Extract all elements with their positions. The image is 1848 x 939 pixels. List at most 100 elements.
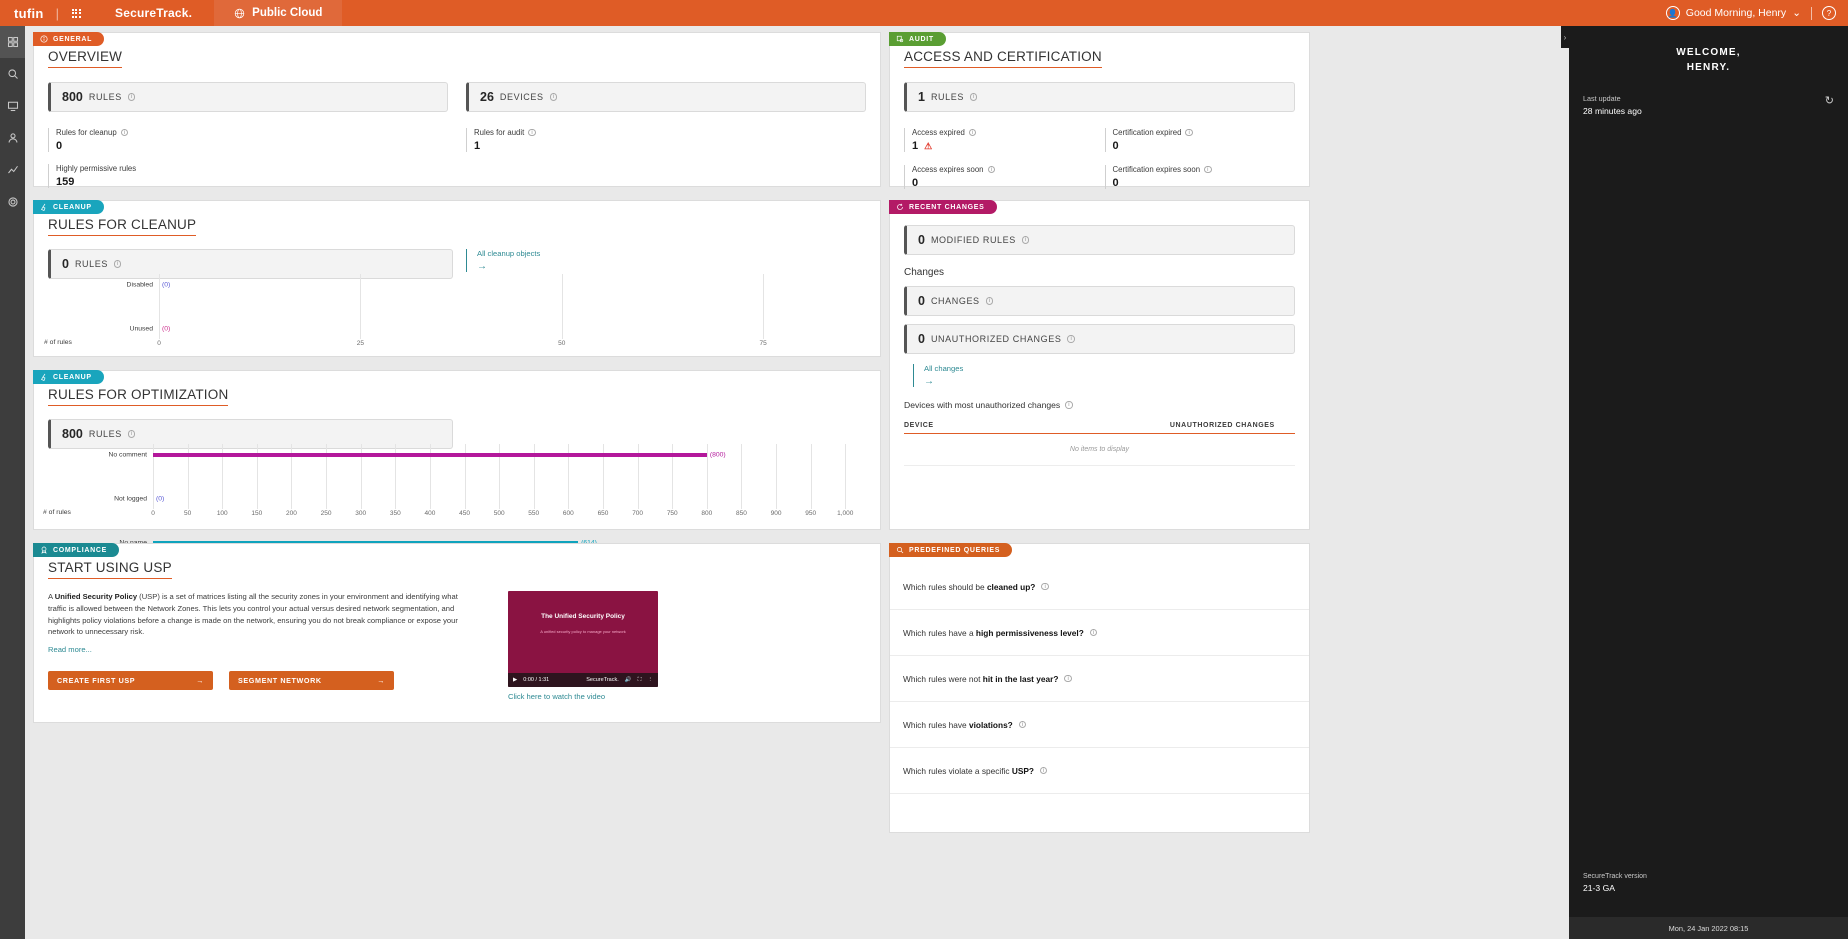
arrow-right-icon[interactable]: → (477, 262, 540, 272)
stat-modified-rules-label: MODIFIED RULES (931, 235, 1016, 245)
tab-public-cloud[interactable]: Public Cloud (214, 0, 342, 26)
app-grid-button[interactable] (59, 0, 93, 26)
stat-total-devices-label: DEVICES (500, 92, 544, 102)
stat-changes-value: 0 (918, 294, 925, 308)
create-first-usp-button[interactable]: CREATE FIRST USP → (48, 671, 213, 690)
info-icon[interactable] (988, 166, 996, 174)
stat-unauthorized-changes[interactable]: 0 UNAUTHORIZED CHANGES (904, 324, 1295, 354)
bar-value-not-logged: (0) (156, 496, 164, 503)
sidebar-item-search[interactable] (0, 58, 25, 90)
info-icon[interactable] (970, 93, 978, 101)
query-text-pre: Which rules were not (903, 674, 983, 684)
dock-collapse-button[interactable]: › (1561, 26, 1569, 48)
query-text-bold: cleaned up? (987, 582, 1035, 592)
info-icon[interactable] (969, 129, 977, 137)
query-item-specific-usp[interactable]: Which rules violate a specific USP? (890, 748, 1309, 794)
stat-certification-expired-value: 0 (1113, 140, 1296, 152)
sidebar-item-users[interactable] (0, 122, 25, 154)
help-icon[interactable]: ? (1822, 6, 1836, 20)
xtick: 150 (251, 510, 262, 517)
panel-predefined-queries: PREDEFINED QUERIES Which rules should be… (889, 543, 1310, 833)
xtick: 450 (459, 510, 470, 517)
kebab-menu-icon[interactable]: ⋮ (648, 677, 654, 683)
sidebar-item-dashboard[interactable] (0, 26, 25, 58)
brand-logo[interactable]: tufin (0, 0, 56, 26)
volume-icon[interactable]: 🔊 (625, 677, 632, 683)
query-item-high-permissiveness[interactable]: Which rules have a high permissiveness l… (890, 610, 1309, 656)
info-icon[interactable] (550, 93, 558, 101)
play-icon[interactable]: ▶ (513, 677, 517, 683)
info-icon[interactable] (128, 93, 136, 101)
sidebar-item-analytics[interactable] (0, 154, 25, 186)
info-icon[interactable] (986, 297, 994, 305)
info-icon[interactable] (1019, 721, 1027, 729)
watch-video-link[interactable]: Click here to watch the video (508, 692, 658, 701)
video-player[interactable]: The Unified Security Policy A unified se… (508, 591, 658, 687)
stat-total-devices[interactable]: 26 DEVICES (466, 82, 866, 112)
stat-cleanup-rules-value: 0 (62, 257, 69, 271)
info-icon[interactable] (121, 129, 129, 137)
query-item-violations[interactable]: Which rules have violations? (890, 702, 1309, 748)
ribbon-audit: AUDIT (889, 32, 946, 46)
last-update-label: Last update (1583, 94, 1642, 103)
app-name[interactable]: SecureTrack. (93, 0, 214, 26)
grid-icon (72, 9, 81, 18)
video-controls: ▶ 0:00 / 1:31 SecureTrack. 🔊 ⛶ ⋮ (508, 673, 658, 687)
ribbon-cleanup-optimization-label: CLEANUP (53, 374, 92, 381)
chart-rules-for-cleanup: Disabled (0) Unused (0) Fully shadowed (… (159, 274, 844, 339)
query-text-pre: Which rules should be (903, 582, 987, 592)
xtick: 250 (321, 510, 332, 517)
ribbon-recent-changes-label: RECENT CHANGES (909, 204, 985, 211)
info-icon[interactable] (1185, 129, 1193, 137)
video-brand: SecureTrack. (586, 677, 619, 683)
all-cleanup-objects-block: All cleanup objects → (466, 249, 540, 272)
info-icon[interactable] (114, 260, 122, 268)
chart-xlabel: # of rules (44, 339, 72, 346)
stat-access-expired: Access expired 1 ⚠ (904, 128, 1095, 152)
stat-changes[interactable]: 0 CHANGES (904, 286, 1295, 316)
create-first-usp-label: CREATE FIRST USP (57, 676, 135, 685)
info-icon[interactable] (1041, 583, 1049, 591)
stat-access-expires-soon-label: Access expires soon (912, 165, 984, 174)
user-menu[interactable]: 👤 Good Morning, Henry ⌄ (1666, 6, 1801, 20)
info-icon[interactable] (1067, 335, 1075, 343)
refresh-icon[interactable]: ↻ (1825, 94, 1834, 107)
ribbon-audit-label: AUDIT (909, 36, 934, 43)
xtick: 75 (760, 340, 767, 347)
stat-unauthorized-changes-value: 0 (918, 332, 925, 346)
stat-total-rules[interactable]: 800 RULES (48, 82, 448, 112)
segment-network-button[interactable]: SEGMENT NETWORK → (229, 671, 394, 690)
sidebar-item-settings[interactable] (0, 186, 25, 218)
sidebar-item-devices[interactable] (0, 90, 25, 122)
stat-modified-rules[interactable]: 0 MODIFIED RULES (904, 225, 1295, 255)
read-more-link[interactable]: Read more... (48, 645, 478, 654)
stat-access-expired-label: Access expired (912, 128, 965, 137)
info-icon[interactable] (1064, 675, 1072, 683)
query-item-not-hit[interactable]: Which rules were not hit in the last yea… (890, 656, 1309, 702)
info-icon[interactable] (1022, 236, 1030, 244)
info-icon[interactable] (1065, 401, 1073, 409)
all-changes-link[interactable]: All changes (924, 364, 1295, 373)
info-icon[interactable] (1090, 629, 1098, 637)
all-cleanup-objects-link[interactable]: All cleanup objects (477, 249, 540, 258)
devices-heading-row: Devices with most unauthorized changes (904, 400, 1295, 410)
stat-audit-rules[interactable]: 1 RULES (904, 82, 1295, 112)
stat-access-expired-value: 1 (912, 140, 918, 152)
page-title-overview: OVERVIEW (48, 49, 122, 68)
dock-timestamp: Mon, 24 Jan 2022 08:15 (1569, 917, 1848, 939)
query-item-cleaned-up[interactable]: Which rules should be cleaned up? (890, 564, 1309, 610)
info-icon[interactable] (1204, 166, 1212, 174)
version-value: 21-3 GA (1583, 883, 1647, 893)
xtick: 0 (151, 510, 155, 517)
info-icon[interactable] (1040, 767, 1048, 775)
query-text-pre: Which rules violate a specific (903, 766, 1012, 776)
bar-fill-no-comment (153, 453, 707, 457)
stat-rules-for-cleanup: Rules for cleanup 0 (48, 128, 448, 152)
welcome-line-1: WELCOME, (1569, 46, 1848, 61)
stat-highly-permissive-value: 159 (56, 176, 448, 188)
arrow-right-icon[interactable]: → (924, 377, 1295, 387)
info-icon[interactable] (528, 129, 536, 137)
fullscreen-icon[interactable]: ⛶ (638, 677, 642, 684)
xtick: 900 (771, 510, 782, 517)
info-icon[interactable] (128, 430, 136, 438)
